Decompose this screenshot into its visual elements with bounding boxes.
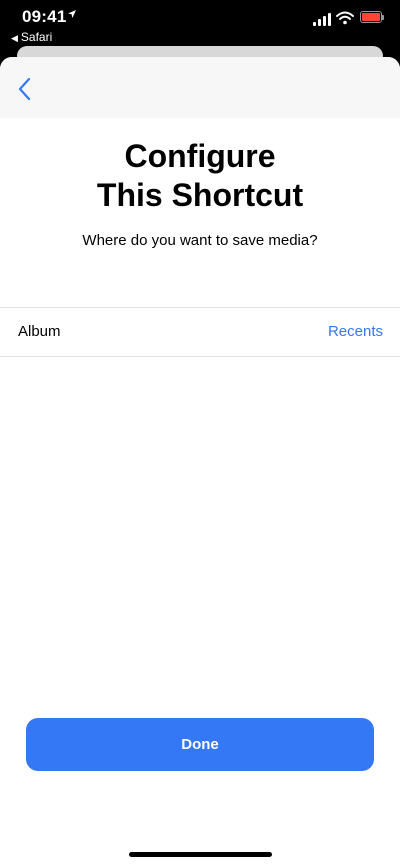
album-setting-row[interactable]: Album Recents: [0, 307, 400, 357]
status-time: 09:41: [22, 7, 67, 26]
battery-icon: [360, 11, 384, 23]
album-value[interactable]: Recents: [328, 323, 383, 340]
page-title-line2: This Shortcut: [96, 177, 304, 213]
sheet-header: [0, 57, 400, 118]
cellular-signal-icon: [313, 12, 333, 26]
back-button[interactable]: [8, 71, 44, 107]
wifi-icon: [336, 11, 354, 25]
configure-shortcut-sheet: Configure This Shortcut Where do you wan…: [0, 57, 400, 866]
album-label: Album: [18, 323, 61, 340]
chevron-left-icon: [18, 77, 31, 101]
page-subtitle: Where do you want to save media?: [82, 232, 318, 249]
done-button[interactable]: Done: [26, 718, 374, 771]
status-bar: 09:41 ◀ Safari: [0, 0, 400, 48]
page-title: Configure This Shortcut: [0, 137, 400, 215]
back-triangle-icon: ◀: [11, 33, 18, 43]
back-app-label: Safari: [20, 30, 53, 44]
location-arrow-icon: [68, 10, 76, 18]
page-title-line1: Configure: [124, 138, 276, 174]
home-indicator: [129, 852, 272, 857]
back-to-app-link[interactable]: ◀ Safari: [11, 30, 52, 44]
